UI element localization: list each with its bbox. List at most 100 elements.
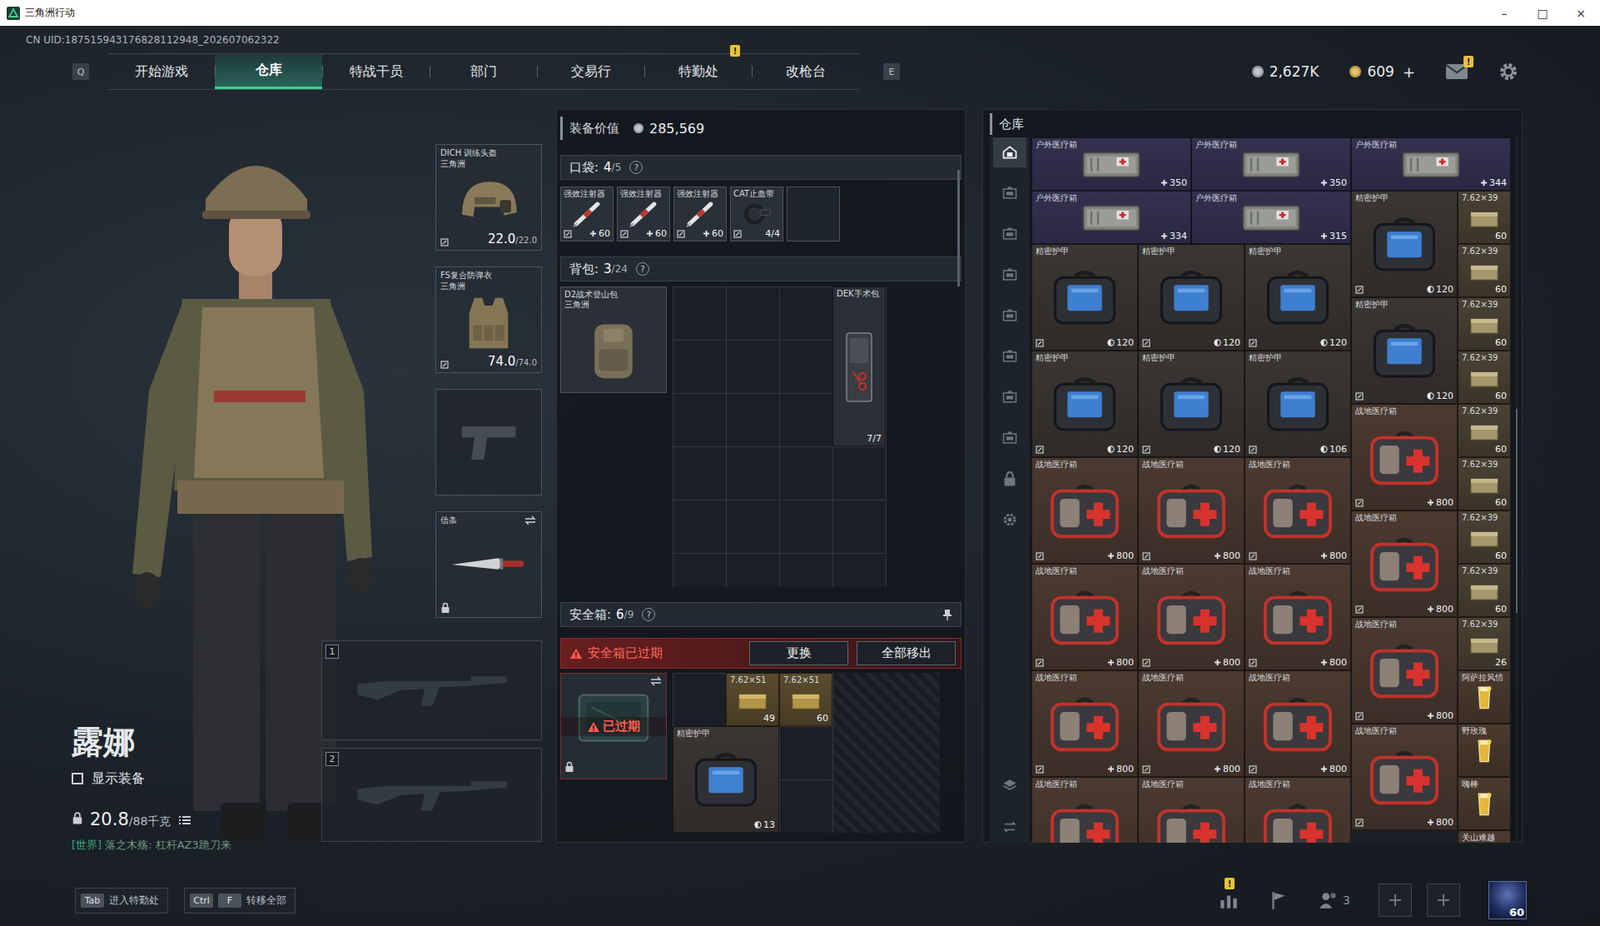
warehouse-item[interactable]: 精密护甲 120 — [1137, 243, 1245, 351]
swap-icon[interactable] — [649, 675, 663, 686]
scrollbar[interactable] — [957, 169, 960, 287]
warehouse-tab[interactable] — [993, 178, 1027, 209]
warehouse-item[interactable]: 战地医疗箱 — [1031, 776, 1138, 843]
warehouse-item[interactable]: 战地医疗箱 800 — [1244, 563, 1352, 671]
currency[interactable]: 2,627K — [1251, 63, 1320, 80]
warehouse-item[interactable]: 战地医疗箱 800 — [1244, 670, 1352, 777]
help-button[interactable]: ? — [636, 262, 650, 276]
help-button[interactable]: ? — [641, 607, 656, 622]
pocket-item[interactable]: CAT止血带 4/4 — [730, 186, 784, 242]
warehouse-item[interactable]: 战地医疗箱 800 — [1031, 457, 1138, 564]
swap-icon[interactable] — [523, 515, 537, 526]
warehouse-item[interactable]: 7.62×39 60 — [1457, 190, 1511, 244]
nav-tab[interactable]: 改枪台 — [751, 54, 860, 90]
warehouse-item[interactable]: 7.62×39 60 — [1457, 297, 1511, 351]
nav-tab[interactable]: 仓库 — [214, 54, 323, 90]
warehouse-item[interactable]: 关山难越 — [1457, 829, 1511, 843]
key-hint[interactable]: Q — [72, 63, 90, 80]
layers-icon[interactable] — [1001, 776, 1019, 794]
warehouse-item[interactable]: 精密护甲 120 — [1031, 243, 1138, 351]
stats-button[interactable]: ! — [1217, 889, 1240, 911]
armor-slot[interactable]: FS复合防弹衣 三角洲 74.0/74.0 — [435, 266, 542, 373]
warehouse-item[interactable]: 精密护甲 120 — [1031, 350, 1138, 458]
mail-button[interactable]: ! — [1445, 63, 1469, 80]
warehouse-item[interactable]: 精密护甲 120 — [1351, 190, 1458, 298]
safe-item[interactable]: 7.62×51 60 — [779, 672, 833, 726]
add-currency-button[interactable]: + — [1402, 63, 1416, 81]
key-hint[interactable]: E — [883, 63, 900, 80]
backpack-item[interactable]: DEK手术包 7/7 — [832, 286, 886, 447]
pin-icon[interactable] — [942, 608, 953, 621]
scrollbar[interactable] — [1515, 137, 1518, 843]
safe-item[interactable]: 精密护甲 13 — [672, 725, 780, 833]
backpack-slot[interactable]: D2战术登山包 三角洲 — [560, 286, 667, 393]
checkbox[interactable] — [71, 772, 84, 785]
warehouse-item[interactable]: 战地医疗箱 — [1244, 776, 1352, 843]
warehouse-tab[interactable] — [993, 504, 1027, 535]
warehouse-item[interactable]: 7.62×39 60 — [1457, 403, 1511, 458]
warehouse-tab[interactable] — [993, 259, 1027, 290]
warehouse-item[interactable]: 战地医疗箱 800 — [1031, 670, 1138, 777]
weapon-slot[interactable]: 1 — [321, 640, 542, 741]
warehouse-item[interactable]: 7.62×39 60 — [1457, 350, 1511, 404]
key-hint-button[interactable]: Tab 进入特勤处 — [74, 887, 169, 914]
warehouse-tab[interactable] — [993, 382, 1027, 413]
warehouse-item[interactable]: 阿萨拉风情 — [1457, 670, 1511, 724]
pistol-slot[interactable] — [435, 388, 542, 496]
invite-slot[interactable] — [1426, 883, 1461, 917]
warehouse-tab[interactable] — [993, 300, 1027, 331]
safe-item[interactable]: 7.62×51 49 — [725, 672, 780, 726]
safe-box-slot[interactable]: 已过期 — [560, 672, 667, 780]
warehouse-item[interactable]: 野玫瑰 — [1457, 723, 1511, 777]
chat-line[interactable]: [世界] 落之木殇: 杠杆AZ3跪刀来 — [71, 837, 322, 853]
warehouse-tab[interactable] — [993, 341, 1027, 372]
show-gear-checkbox[interactable]: 显示装备 — [71, 770, 322, 788]
warehouse-item[interactable]: 精密护甲 120 — [1351, 297, 1458, 404]
warehouse-item[interactable]: 战地医疗箱 — [1137, 776, 1245, 843]
player-avatar[interactable]: 60 — [1488, 880, 1527, 920]
warehouse-item[interactable]: 7.62×39 60 — [1457, 457, 1511, 511]
warehouse-item[interactable]: 7.62×39 60 — [1457, 510, 1511, 564]
nav-tab[interactable]: 交易行 — [536, 54, 645, 90]
warehouse-tab[interactable] — [993, 218, 1027, 249]
warehouse-item[interactable]: 战地医疗箱 800 — [1244, 457, 1352, 564]
squad-button[interactable]: 3 — [1317, 889, 1351, 911]
warehouse-tab[interactable] — [993, 463, 1027, 494]
warehouse-item[interactable]: 嗨棒 — [1457, 776, 1511, 830]
pocket-item[interactable]: 强效注射器 60 — [673, 186, 727, 242]
nav-tab[interactable]: 特战干员 — [322, 54, 430, 90]
scrollbar-thumb[interactable] — [1515, 408, 1518, 613]
warehouse-item[interactable]: 战地医疗箱 800 — [1137, 670, 1245, 777]
warehouse-item[interactable]: 7.62×39 60 — [1457, 243, 1511, 298]
key-hint-button[interactable]: CtrlF 转移全部 — [183, 887, 296, 914]
warehouse-item[interactable]: 精密护甲 120 — [1244, 243, 1352, 351]
warehouse-item[interactable]: 户外医疗箱 315 — [1191, 190, 1352, 244]
window-control-button[interactable]: – — [1485, 0, 1524, 26]
warehouse-item[interactable]: 战地医疗箱 800 — [1351, 403, 1458, 511]
nav-tab[interactable]: 开始游戏 — [107, 54, 215, 90]
nav-tab[interactable]: 特勤处 ! — [644, 54, 752, 90]
empty-pocket-slot[interactable] — [786, 186, 840, 242]
warehouse-item[interactable]: 户外医疗箱 350 — [1191, 137, 1352, 191]
warehouse-tab[interactable] — [993, 422, 1027, 453]
sort-icon[interactable] — [1001, 818, 1019, 835]
safe-action-button[interactable]: 更换 — [749, 640, 849, 666]
safe-action-button[interactable]: 全部移出 — [856, 640, 956, 666]
warehouse-item[interactable]: 战地医疗箱 800 — [1031, 563, 1138, 671]
warehouse-item[interactable]: 战地医疗箱 800 — [1137, 457, 1245, 564]
warehouse-item[interactable]: 精密护甲 120 — [1137, 350, 1245, 458]
warehouse-item[interactable]: 战地医疗箱 800 — [1351, 616, 1458, 724]
warehouse-item[interactable]: 战地医疗箱 800 — [1351, 510, 1458, 617]
warehouse-item[interactable]: 7.62×39 26 — [1457, 616, 1511, 671]
warehouse-tab[interactable] — [993, 137, 1027, 168]
pocket-item[interactable]: 强效注射器 60 — [560, 186, 614, 242]
pocket-item[interactable]: 强效注射器 60 — [616, 186, 671, 242]
window-control-button[interactable]: □ — [1523, 0, 1562, 26]
warehouse-item[interactable]: 战地医疗箱 800 — [1351, 723, 1458, 830]
gear-icon[interactable] — [1498, 61, 1519, 82]
warehouse-item[interactable]: 7.62×39 60 — [1457, 563, 1511, 617]
warehouse-item[interactable]: 户外医疗箱 334 — [1031, 190, 1192, 244]
warehouse-item[interactable]: 战地医疗箱 800 — [1137, 563, 1245, 671]
warehouse-item[interactable]: 精密护甲 106 — [1244, 350, 1352, 458]
help-button[interactable]: ? — [629, 160, 643, 174]
